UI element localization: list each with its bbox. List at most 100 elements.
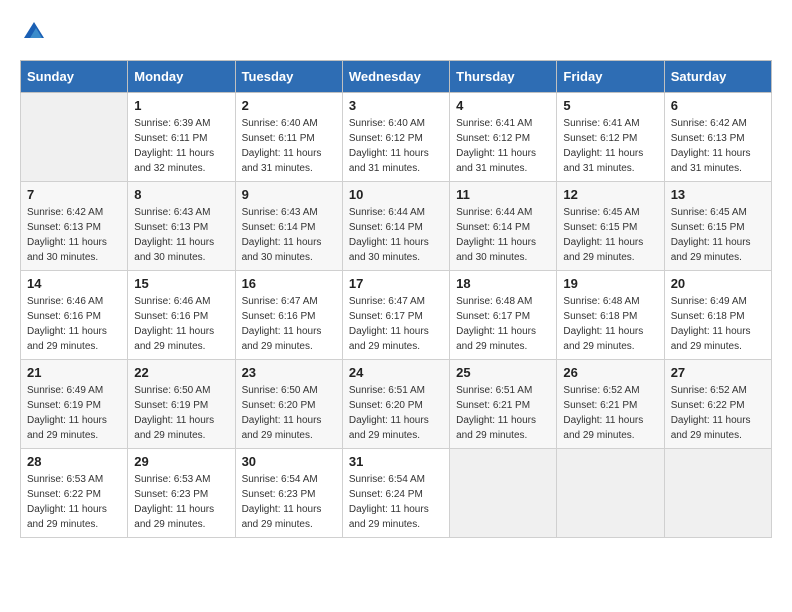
day-number: 28 — [27, 454, 121, 469]
calendar-cell: 29 Sunrise: 6:53 AMSunset: 6:23 PMDayligh… — [128, 448, 235, 537]
day-info: Sunrise: 6:54 AMSunset: 6:24 PMDaylight:… — [349, 472, 443, 532]
calendar-cell: 5 Sunrise: 6:41 AMSunset: 6:12 PMDaylight… — [557, 92, 664, 181]
day-info: Sunrise: 6:54 AMSunset: 6:23 PMDaylight:… — [242, 472, 336, 532]
day-number: 24 — [349, 365, 443, 380]
calendar-cell: 12 Sunrise: 6:45 AMSunset: 6:15 PMDayligh… — [557, 181, 664, 270]
day-info: Sunrise: 6:45 AMSunset: 6:15 PMDaylight:… — [563, 205, 657, 265]
calendar-cell: 20 Sunrise: 6:49 AMSunset: 6:18 PMDayligh… — [664, 270, 771, 359]
calendar-cell: 15 Sunrise: 6:46 AMSunset: 6:16 PMDayligh… — [128, 270, 235, 359]
header-friday: Friday — [557, 60, 664, 92]
calendar-cell: 19Sunrise: 6:48 AMSunset: 6:18 PMDayligh… — [557, 270, 664, 359]
header-wednesday: Wednesday — [342, 60, 449, 92]
day-number: 18 — [456, 276, 550, 291]
day-info: Sunrise: 6:49 AMSunset: 6:19 PMDaylight:… — [27, 383, 121, 443]
day-number: 7 — [27, 187, 121, 202]
day-number: 21 — [27, 365, 121, 380]
day-info: Sunrise: 6:53 AMSunset: 6:23 PMDaylight:… — [134, 472, 228, 532]
calendar-cell: 1 Sunrise: 6:39 AMSunset: 6:11 PMDaylight… — [128, 92, 235, 181]
calendar-week-2: 7 Sunrise: 6:42 AMSunset: 6:13 PMDaylight… — [21, 181, 772, 270]
day-number: 10 — [349, 187, 443, 202]
day-number: 26 — [563, 365, 657, 380]
logo-icon — [22, 20, 46, 44]
day-info: Sunrise: 6:52 AMSunset: 6:22 PMDaylight:… — [671, 383, 765, 443]
calendar-week-1: 1 Sunrise: 6:39 AMSunset: 6:11 PMDaylight… — [21, 92, 772, 181]
day-number: 9 — [242, 187, 336, 202]
header-tuesday: Tuesday — [235, 60, 342, 92]
header-thursday: Thursday — [450, 60, 557, 92]
calendar-cell: 25Sunrise: 6:51 AMSunset: 6:21 PMDayligh… — [450, 359, 557, 448]
header-saturday: Saturday — [664, 60, 771, 92]
calendar-cell: 30 Sunrise: 6:54 AMSunset: 6:23 PMDayligh… — [235, 448, 342, 537]
calendar-cell — [21, 92, 128, 181]
day-number: 1 — [134, 98, 228, 113]
day-info: Sunrise: 6:42 AMSunset: 6:13 PMDaylight:… — [27, 205, 121, 265]
calendar-week-3: 14 Sunrise: 6:46 AMSunset: 6:16 PMDayligh… — [21, 270, 772, 359]
calendar-cell: 21 Sunrise: 6:49 AMSunset: 6:19 PMDayligh… — [21, 359, 128, 448]
calendar-table: SundayMondayTuesdayWednesdayThursdayFrid… — [20, 60, 772, 538]
day-number: 20 — [671, 276, 765, 291]
day-info: Sunrise: 6:46 AMSunset: 6:16 PMDaylight:… — [27, 294, 121, 354]
day-number: 17 — [349, 276, 443, 291]
day-info: Sunrise: 6:44 AMSunset: 6:14 PMDaylight:… — [456, 205, 550, 265]
day-info: Sunrise: 6:53 AMSunset: 6:22 PMDaylight:… — [27, 472, 121, 532]
day-number: 22 — [134, 365, 228, 380]
calendar-cell: 8 Sunrise: 6:43 AMSunset: 6:13 PMDaylight… — [128, 181, 235, 270]
calendar-cell: 11 Sunrise: 6:44 AMSunset: 6:14 PMDayligh… — [450, 181, 557, 270]
day-info: Sunrise: 6:43 AMSunset: 6:13 PMDaylight:… — [134, 205, 228, 265]
day-info: Sunrise: 6:51 AMSunset: 6:20 PMDaylight:… — [349, 383, 443, 443]
calendar-header-row: SundayMondayTuesdayWednesdayThursdayFrid… — [21, 60, 772, 92]
day-info: Sunrise: 6:42 AMSunset: 6:13 PMDaylight:… — [671, 116, 765, 176]
day-number: 5 — [563, 98, 657, 113]
calendar-cell: 14 Sunrise: 6:46 AMSunset: 6:16 PMDayligh… — [21, 270, 128, 359]
day-info: Sunrise: 6:52 AMSunset: 6:21 PMDaylight:… — [563, 383, 657, 443]
day-number: 13 — [671, 187, 765, 202]
day-info: Sunrise: 6:39 AMSunset: 6:11 PMDaylight:… — [134, 116, 228, 176]
day-info: Sunrise: 6:45 AMSunset: 6:15 PMDaylight:… — [671, 205, 765, 265]
day-info: Sunrise: 6:41 AMSunset: 6:12 PMDaylight:… — [456, 116, 550, 176]
day-number: 6 — [671, 98, 765, 113]
page-header — [20, 20, 772, 50]
calendar-cell: 24 Sunrise: 6:51 AMSunset: 6:20 PMDayligh… — [342, 359, 449, 448]
day-info: Sunrise: 6:48 AMSunset: 6:17 PMDaylight:… — [456, 294, 550, 354]
calendar-cell: 27 Sunrise: 6:52 AMSunset: 6:22 PMDayligh… — [664, 359, 771, 448]
calendar-week-5: 28 Sunrise: 6:53 AMSunset: 6:22 PMDayligh… — [21, 448, 772, 537]
day-number: 2 — [242, 98, 336, 113]
day-info: Sunrise: 6:41 AMSunset: 6:12 PMDaylight:… — [563, 116, 657, 176]
day-info: Sunrise: 6:50 AMSunset: 6:20 PMDaylight:… — [242, 383, 336, 443]
day-number: 16 — [242, 276, 336, 291]
day-info: Sunrise: 6:49 AMSunset: 6:18 PMDaylight:… — [671, 294, 765, 354]
day-number: 27 — [671, 365, 765, 380]
day-info: Sunrise: 6:46 AMSunset: 6:16 PMDaylight:… — [134, 294, 228, 354]
calendar-week-4: 21 Sunrise: 6:49 AMSunset: 6:19 PMDayligh… — [21, 359, 772, 448]
day-number: 31 — [349, 454, 443, 469]
calendar-cell: 6 Sunrise: 6:42 AMSunset: 6:13 PMDaylight… — [664, 92, 771, 181]
calendar-cell: 7 Sunrise: 6:42 AMSunset: 6:13 PMDaylight… — [21, 181, 128, 270]
day-number: 11 — [456, 187, 550, 202]
calendar-cell: 28 Sunrise: 6:53 AMSunset: 6:22 PMDayligh… — [21, 448, 128, 537]
header-sunday: Sunday — [21, 60, 128, 92]
day-info: Sunrise: 6:47 AMSunset: 6:17 PMDaylight:… — [349, 294, 443, 354]
day-number: 3 — [349, 98, 443, 113]
day-info: Sunrise: 6:50 AMSunset: 6:19 PMDaylight:… — [134, 383, 228, 443]
day-number: 30 — [242, 454, 336, 469]
calendar-cell: 26 Sunrise: 6:52 AMSunset: 6:21 PMDayligh… — [557, 359, 664, 448]
day-info: Sunrise: 6:43 AMSunset: 6:14 PMDaylight:… — [242, 205, 336, 265]
calendar-cell — [557, 448, 664, 537]
day-number: 29 — [134, 454, 228, 469]
calendar-cell: 10Sunrise: 6:44 AMSunset: 6:14 PMDayligh… — [342, 181, 449, 270]
calendar-cell: 18 Sunrise: 6:48 AMSunset: 6:17 PMDayligh… — [450, 270, 557, 359]
calendar-cell: 2 Sunrise: 6:40 AMSunset: 6:11 PMDaylight… — [235, 92, 342, 181]
day-number: 8 — [134, 187, 228, 202]
day-info: Sunrise: 6:47 AMSunset: 6:16 PMDaylight:… — [242, 294, 336, 354]
calendar-cell — [450, 448, 557, 537]
day-number: 12 — [563, 187, 657, 202]
day-number: 4 — [456, 98, 550, 113]
day-number: 14 — [27, 276, 121, 291]
day-number: 15 — [134, 276, 228, 291]
day-info: Sunrise: 6:51 AMSunset: 6:21 PMDaylight:… — [456, 383, 550, 443]
day-number: 23 — [242, 365, 336, 380]
calendar-cell: 3Sunrise: 6:40 AMSunset: 6:12 PMDaylight… — [342, 92, 449, 181]
day-info: Sunrise: 6:40 AMSunset: 6:11 PMDaylight:… — [242, 116, 336, 176]
calendar-cell: 4 Sunrise: 6:41 AMSunset: 6:12 PMDaylight… — [450, 92, 557, 181]
calendar-cell: 22 Sunrise: 6:50 AMSunset: 6:19 PMDayligh… — [128, 359, 235, 448]
